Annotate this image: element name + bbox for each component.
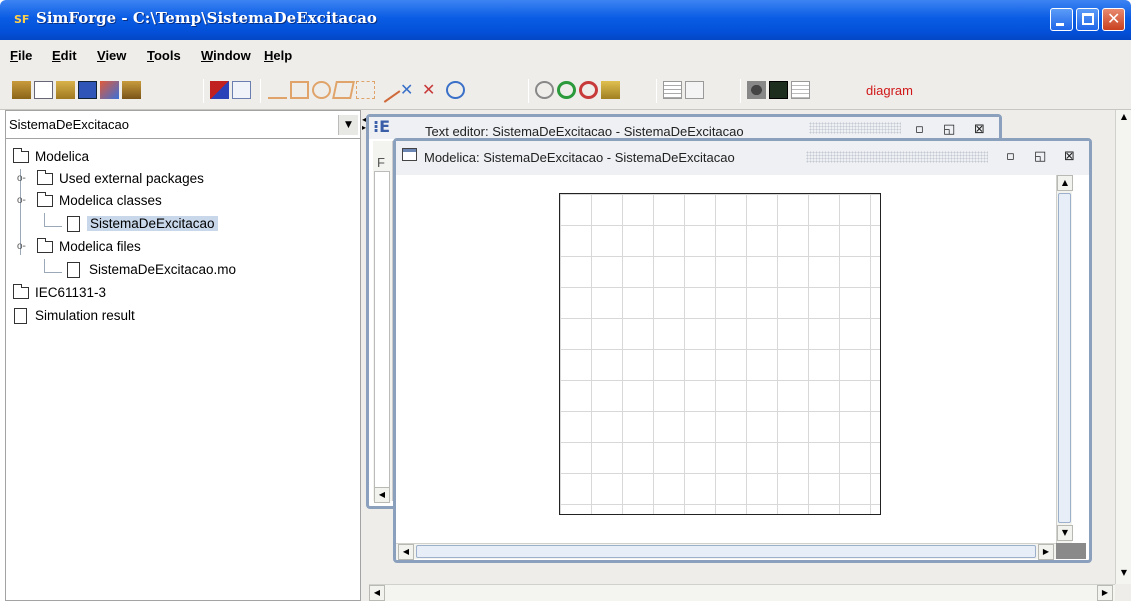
iconify-icon[interactable]: ▫ [1006,149,1015,164]
copy-icon[interactable] [232,81,251,99]
window-frame-icon [402,148,417,161]
scrollbar-thumb[interactable] [416,545,1036,558]
scroll-left-icon[interactable]: ◀ [374,487,390,503]
main-vertical-scrollbar[interactable]: ▲ ▼ [1115,110,1131,584]
save-icon[interactable] [78,81,97,99]
parameter-icon[interactable] [685,81,704,99]
text-editor-titlebar[interactable]: ⁝E Text editor: SistemaDeExcitacao - Sis… [369,117,999,139]
scroll-down-icon[interactable]: ▼ [1116,566,1131,582]
save-all-icon[interactable] [100,81,119,99]
folder-icon [37,238,53,253]
menu-view[interactable]: View [97,48,126,63]
tools-icon[interactable]: ✕ [400,81,419,99]
file-icon [67,262,80,278]
list-icon[interactable] [663,81,682,99]
menu-file[interactable]: File [10,48,32,63]
maximize-icon [1082,13,1094,25]
toolbar: ✕ ✕ diagram [0,71,1131,110]
project-combo[interactable]: SistemaDeExcitacao ▼ [6,111,360,139]
menu-help[interactable]: Help [264,48,292,63]
file-icon [14,308,27,324]
class-file-icon [67,216,80,232]
scroll-down-icon[interactable]: ▼ [1057,525,1073,541]
zoom-out-icon[interactable] [579,81,598,99]
settings-icon[interactable]: ✕ [422,81,441,99]
diagram-mode-label: diagram [866,83,913,98]
folder-icon [37,170,53,185]
diagram-canvas[interactable] [559,193,881,515]
diagram-titlebar[interactable]: Modelica: SistemaDeExcitacao - SistemaDe… [396,141,1089,175]
plot-icon[interactable] [769,81,788,99]
app-logo-icon: SF [14,13,30,26]
connect-icon[interactable] [374,77,401,103]
minimize-button[interactable] [1050,8,1073,31]
folder-icon [37,192,53,207]
close-button[interactable]: ✕ [1102,8,1125,31]
rotate-icon[interactable] [446,81,465,99]
folder-icon [13,148,29,163]
scroll-left-icon[interactable]: ◀ [369,585,385,601]
maximize-frame-icon[interactable]: ◱ [943,122,955,137]
close-frame-icon[interactable]: ⊠ [1064,149,1075,164]
log-icon[interactable] [791,81,810,99]
zoom-in-icon[interactable] [557,81,576,99]
ellipse-icon[interactable] [312,81,331,99]
window-title: SimForge - C:\Temp\SistemaDeExcitacao [36,9,377,27]
window-titlebar[interactable]: SF SimForge - C:\Temp\SistemaDeExcitacao… [0,0,1131,40]
collapse-handle-icon[interactable]: o- [17,195,26,206]
text-editor-title: Text editor: SistemaDeExcitacao - Sistem… [425,124,744,139]
polygon-icon[interactable] [332,81,355,99]
menubar: File Edit View Tools Window Help [0,40,1131,71]
project-browser: SistemaDeExcitacao ▼ Modelica o- Used ex… [5,110,361,601]
chevron-down-icon[interactable]: ▼ [338,115,358,135]
check-icon[interactable] [210,81,229,99]
menu-edit[interactable]: Edit [52,48,77,63]
new-file-icon[interactable] [34,81,53,99]
main-horizontal-scrollbar[interactable]: ◀ ▶ [369,584,1115,601]
close-file-icon[interactable] [122,81,141,99]
maximize-button[interactable] [1076,8,1099,31]
scroll-right-icon[interactable]: ▶ [1097,585,1113,601]
scroll-left-icon[interactable]: ◀ [398,544,414,560]
diagram-horizontal-scrollbar[interactable]: ◀ ▶ [396,543,1056,560]
fit-icon[interactable] [601,81,620,99]
simulate-icon[interactable] [747,81,766,99]
text-icon[interactable] [356,81,375,99]
open-icon[interactable] [56,81,75,99]
menu-tools[interactable]: Tools [147,48,181,63]
iconify-icon[interactable]: ▫ [915,122,924,137]
maximize-frame-icon[interactable]: ◱ [1034,149,1046,164]
scroll-up-icon[interactable]: ▲ [1116,110,1131,126]
rectangle-icon[interactable] [290,81,309,99]
menu-window[interactable]: Window [201,48,251,63]
scroll-right-icon[interactable]: ▶ [1038,544,1054,560]
project-combo-value: SistemaDeExcitacao [9,117,129,132]
diagram-vertical-scrollbar[interactable]: ▲ ▼ [1056,175,1073,543]
close-icon: ✕ [1107,9,1121,28]
collapse-handle-icon[interactable]: o- [17,241,26,252]
scroll-up-icon[interactable]: ▲ [1057,175,1073,191]
new-package-icon[interactable] [12,81,31,99]
line-icon[interactable] [268,81,287,99]
diagram-title: Modelica: SistemaDeExcitacao - SistemaDe… [424,150,735,165]
expand-handle-icon[interactable]: o- [17,173,26,184]
minimize-icon [1056,23,1064,26]
scrollbar-thumb[interactable] [1058,193,1071,523]
close-frame-icon[interactable]: ⊠ [974,122,985,137]
text-editor-icon: ⁝E [373,117,391,136]
zoom-icon[interactable] [535,81,554,99]
folder-icon [13,284,29,299]
